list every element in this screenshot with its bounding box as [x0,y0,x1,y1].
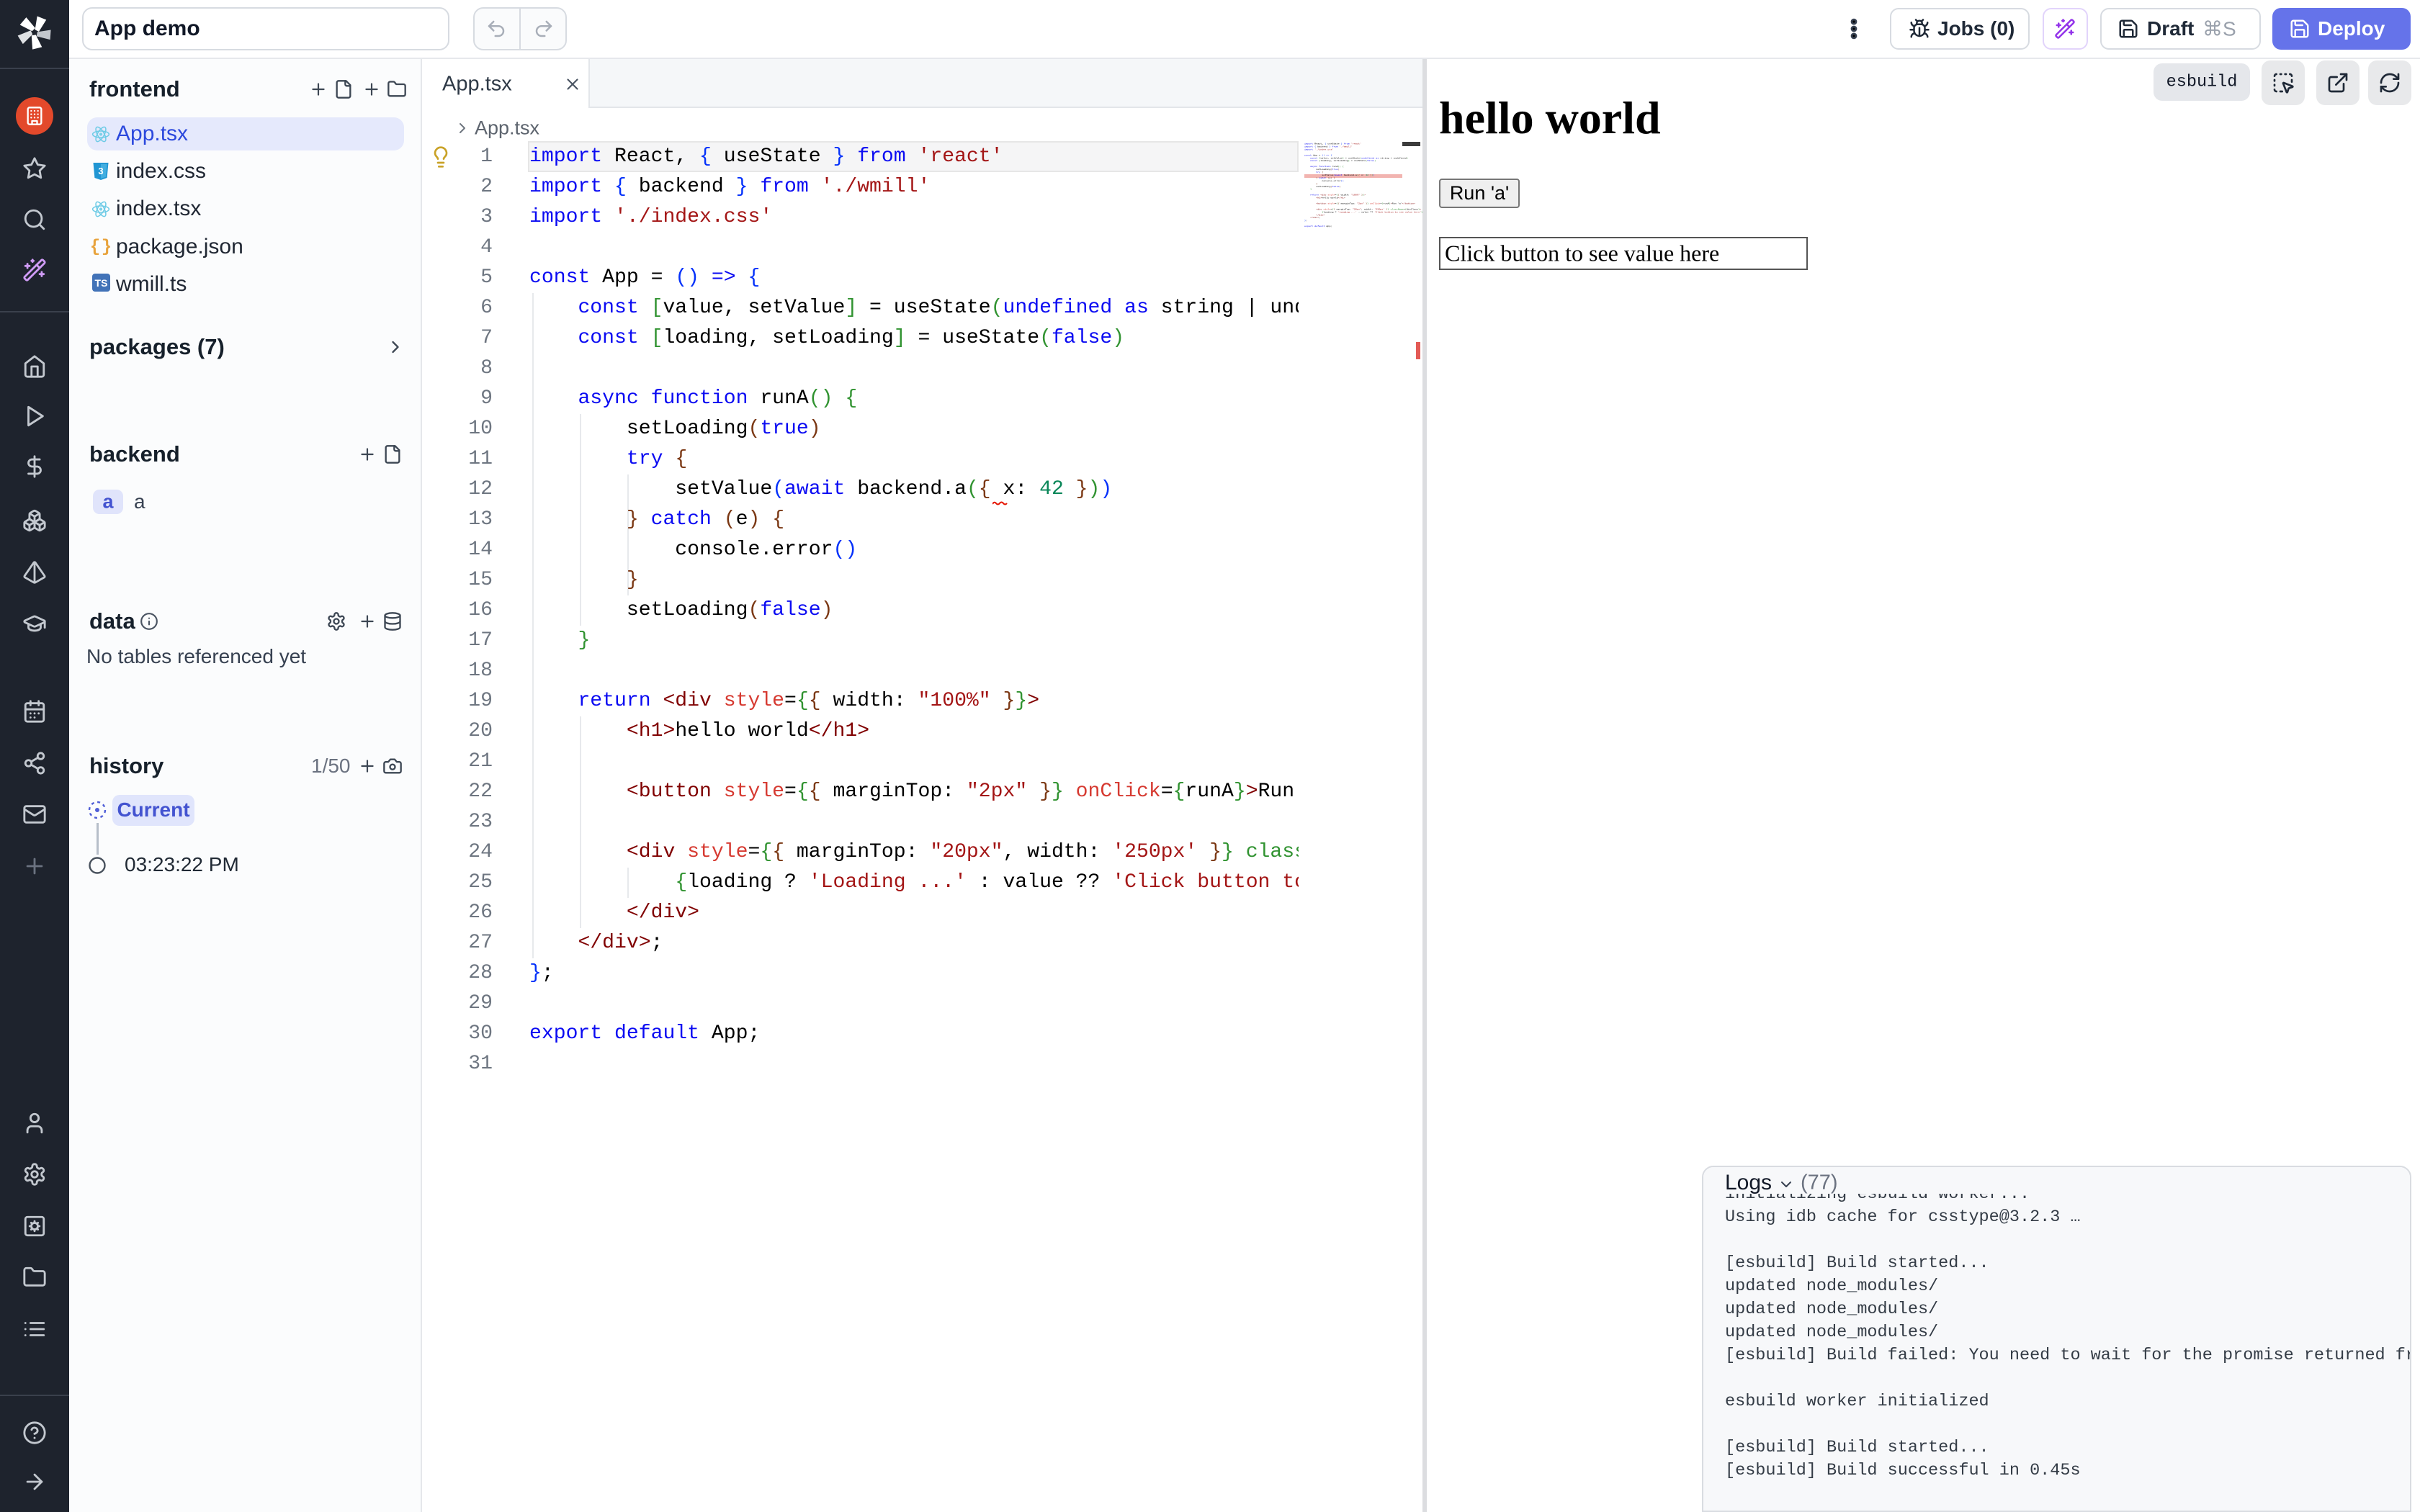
svg-text:3: 3 [98,166,103,176]
